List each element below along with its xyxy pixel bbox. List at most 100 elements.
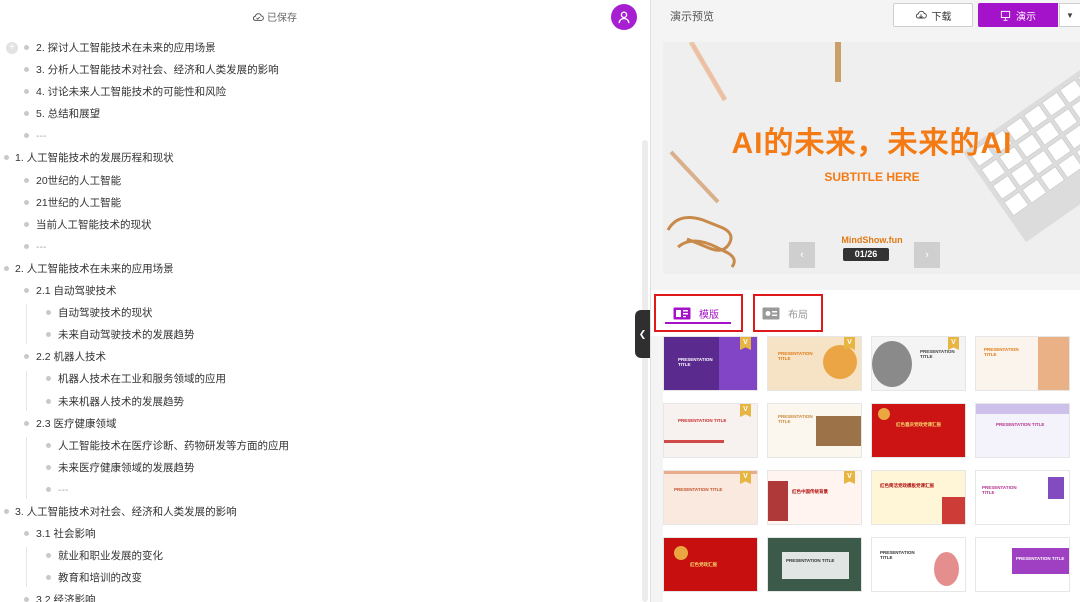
outline-item-text[interactable]: 3.2 经济影响 [36, 593, 96, 602]
bullet-icon[interactable] [24, 243, 29, 249]
tab-layout[interactable]: 布局 [753, 294, 823, 332]
outline-item[interactable]: 2.1 自动驾驶技术 [0, 280, 640, 302]
bullet-icon[interactable] [24, 354, 29, 360]
template-thumbnail[interactable]: PRESENTATION TITLE V [663, 336, 758, 391]
outline-item[interactable]: 3. 分析人工智能技术对社会、经济和人类发展的影响 [0, 59, 640, 81]
outline-item[interactable]: 2.3 医疗健康领域 [0, 413, 640, 435]
bullet-icon[interactable] [46, 376, 51, 382]
outline-item[interactable]: 自动驾驶技术的现状 [0, 302, 640, 324]
bullet-icon[interactable] [4, 265, 9, 271]
template-thumbnail[interactable]: 红色党政汇报 [663, 537, 758, 592]
outline-item[interactable]: 就业和职业发展的变化 [0, 545, 640, 567]
template-thumbnail[interactable]: PRESENTATION TITLE V [663, 403, 758, 458]
outline-item[interactable]: 1. 人工智能技术的发展历程和现状 [0, 147, 640, 169]
bullet-icon[interactable] [24, 531, 29, 537]
outline-item[interactable]: 未来自动驾驶技术的发展趋势 [0, 324, 640, 346]
user-avatar[interactable] [611, 4, 637, 30]
bullet-icon[interactable] [46, 442, 51, 448]
bullet-icon[interactable] [24, 133, 29, 139]
template-thumbnail[interactable]: 红色喜庆党政党课汇报 [871, 403, 966, 458]
bullet-icon[interactable] [4, 508, 9, 514]
template-thumbnail[interactable]: PRESENTATION TITLE [975, 403, 1070, 458]
bullet-icon[interactable] [24, 67, 29, 73]
outline-item-text[interactable]: 当前人工智能技术的现状 [36, 218, 152, 232]
outline-item-text[interactable]: 未来自动驾驶技术的发展趋势 [58, 328, 195, 342]
outline-item[interactable]: 机器人技术在工业和服务领域的应用 [0, 368, 640, 390]
template-thumbnail[interactable]: 红色中国传统背景 V [767, 470, 862, 525]
bullet-icon[interactable] [24, 111, 29, 117]
download-button[interactable]: 下载 [893, 3, 973, 27]
bullet-icon[interactable] [24, 221, 29, 227]
template-thumbnail[interactable]: PRESENTATION TITLE V [871, 336, 966, 391]
bullet-icon[interactable] [24, 420, 29, 426]
outline-item-text[interactable]: 21世纪的人工智能 [36, 196, 121, 210]
collapse-panel-toggle[interactable]: ❮ [635, 310, 650, 358]
bullet-icon[interactable] [46, 575, 51, 581]
outline-item[interactable]: --- [0, 236, 640, 258]
outline-item-text[interactable]: 5. 总结和展望 [36, 107, 100, 121]
next-slide-button[interactable]: › [914, 242, 940, 268]
outline-item-text[interactable]: 2. 探讨人工智能技术在未来的应用场景 [36, 41, 216, 55]
outline-item-text[interactable]: --- [58, 483, 69, 497]
template-thumbnail[interactable]: PRESENTATION TITLE [975, 336, 1070, 391]
present-options-dropdown[interactable]: ▼ [1059, 3, 1080, 27]
outline-item-text[interactable]: --- [36, 240, 47, 254]
template-thumbnail[interactable]: PRESENTATION TITLE [767, 537, 862, 592]
bullet-icon[interactable] [46, 486, 51, 492]
outline-item-text[interactable]: 2.2 机器人技术 [36, 350, 106, 364]
outline-item[interactable]: 未来医疗健康领域的发展趋势 [0, 457, 640, 479]
bullet-icon[interactable] [24, 45, 29, 50]
outline-item-text[interactable]: 未来机器人技术的发展趋势 [58, 395, 184, 409]
outline-item[interactable]: 3.1 社会影响 [0, 523, 640, 545]
outline-item-text[interactable]: 就业和职业发展的变化 [58, 549, 163, 563]
outline-item[interactable]: 未来机器人技术的发展趋势 [0, 391, 640, 413]
template-thumbnail[interactable]: PRESENTATION TITLE [871, 537, 966, 592]
template-thumbnail[interactable]: PRESENTATION TITLE V [767, 336, 862, 391]
bullet-icon[interactable] [46, 310, 51, 316]
present-button[interactable]: 演示 [978, 3, 1058, 27]
outline-item-text[interactable]: 20世纪的人工智能 [36, 174, 121, 188]
outline-item[interactable]: --- [0, 125, 640, 147]
bullet-icon[interactable] [24, 597, 29, 602]
outline-item-text[interactable]: 3.1 社会影响 [36, 527, 96, 541]
outline-item[interactable]: 人工智能技术在医疗诊断、药物研发等方面的应用 [0, 435, 640, 457]
outline-item[interactable]: 4. 讨论未来人工智能技术的可能性和风险 [0, 81, 640, 103]
outline-item-text[interactable]: 自动驾驶技术的现状 [58, 306, 153, 320]
outline-item[interactable]: +2. 探讨人工智能技术在未来的应用场景 [0, 37, 640, 59]
outline-item[interactable]: 5. 总结和展望 [0, 103, 640, 125]
outline-item[interactable]: 2.2 机器人技术 [0, 346, 640, 368]
outline-item-text[interactable]: 2.3 医疗健康领域 [36, 417, 117, 431]
outline-item-text[interactable]: 机器人技术在工业和服务领域的应用 [58, 372, 226, 386]
outline-item[interactable]: 教育和培训的改变 [0, 567, 640, 589]
outline-item[interactable]: 2. 人工智能技术在未来的应用场景 [0, 258, 640, 280]
bullet-icon[interactable] [46, 464, 51, 470]
outline-item-text[interactable]: 3. 人工智能技术对社会、经济和人类发展的影响 [15, 505, 237, 519]
outline-item-text[interactable]: 未来医疗健康领域的发展趋势 [58, 461, 195, 475]
outline-item[interactable]: --- [0, 479, 640, 501]
template-thumbnail[interactable]: PRESENTATION TITLE [767, 403, 862, 458]
bullet-icon[interactable] [46, 553, 51, 559]
outline-item-text[interactable]: 教育和培训的改变 [58, 571, 142, 585]
outline-item-text[interactable]: 2.1 自动驾驶技术 [36, 284, 117, 298]
outline-item-text[interactable]: 人工智能技术在医疗诊断、药物研发等方面的应用 [58, 439, 289, 453]
outline-item-text[interactable]: --- [36, 129, 47, 143]
editor-scrollbar[interactable] [642, 140, 648, 602]
add-node-icon[interactable]: + [6, 42, 18, 54]
tab-template[interactable]: 模版 [654, 294, 743, 332]
bullet-icon[interactable] [4, 155, 9, 161]
template-thumbnail[interactable]: PRESENTATION TITLE [975, 537, 1070, 592]
bullet-icon[interactable] [24, 89, 29, 95]
outline-item-text[interactable]: 4. 讨论未来人工智能技术的可能性和风险 [36, 85, 226, 99]
template-thumbnail[interactable]: PRESENTATION TITLE V [663, 470, 758, 525]
bullet-icon[interactable] [46, 398, 51, 404]
bullet-icon[interactable] [24, 288, 29, 294]
template-thumbnail[interactable]: 红色简洁党政模板党课汇报 [871, 470, 966, 525]
bullet-icon[interactable] [24, 199, 29, 205]
outline-item-text[interactable]: 2. 人工智能技术在未来的应用场景 [15, 262, 174, 276]
outline-item[interactable]: 3.2 经济影响 [0, 589, 640, 602]
outline-item-text[interactable]: 3. 分析人工智能技术对社会、经济和人类发展的影响 [36, 63, 279, 77]
template-thumbnail[interactable]: PRESENTATION TITLE [975, 470, 1070, 525]
bullet-icon[interactable] [24, 177, 29, 183]
prev-slide-button[interactable]: ‹ [789, 242, 815, 268]
outline-item[interactable]: 21世纪的人工智能 [0, 192, 640, 214]
